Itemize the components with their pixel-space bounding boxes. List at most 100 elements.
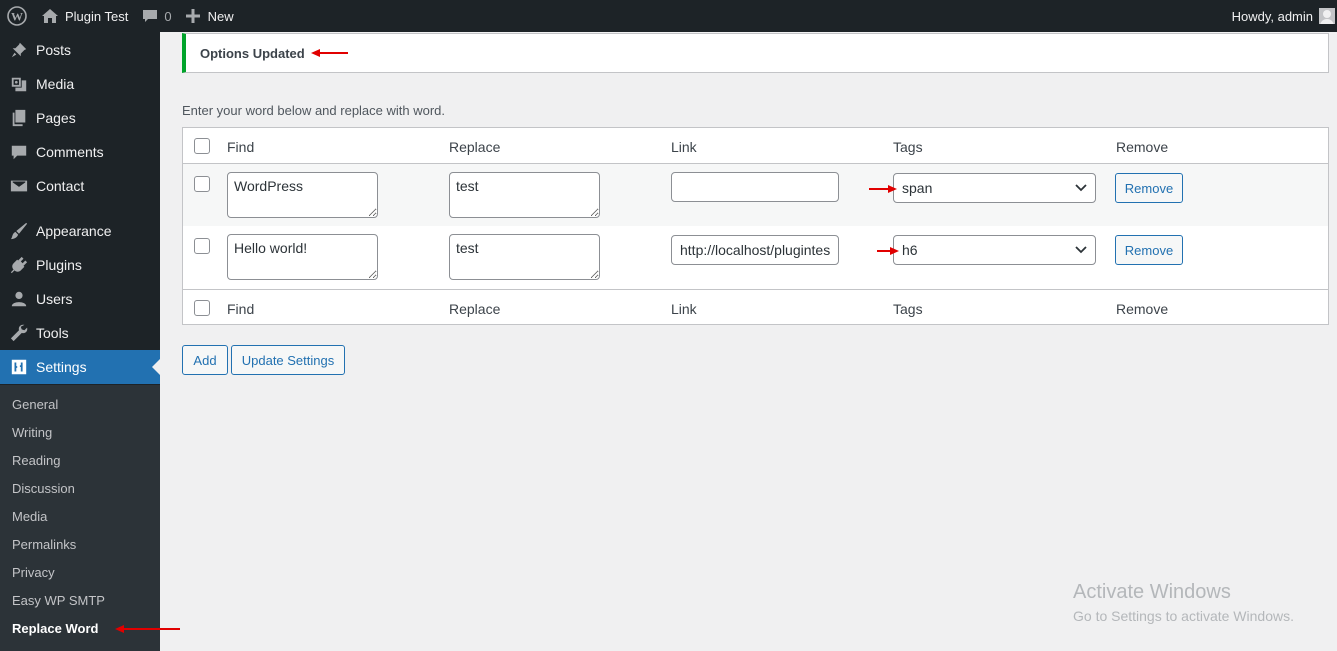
submenu-media[interactable]: Media [12, 502, 47, 530]
submenu-easy-wp-smtp[interactable]: Easy WP SMTP [12, 586, 105, 614]
tag-select[interactable]: h6 [893, 235, 1096, 265]
menu-label: Tools [36, 325, 69, 341]
header-find: Find [227, 139, 255, 155]
mail-icon [0, 177, 36, 195]
remove-button[interactable]: Remove [1115, 173, 1183, 203]
tag-select[interactable]: span [893, 173, 1096, 203]
menu-label: Comments [36, 144, 104, 160]
header-replace: Replace [449, 139, 501, 155]
submenu-writing[interactable]: Writing [12, 418, 52, 446]
menu-contact[interactable]: Contact [0, 169, 160, 203]
menu-users[interactable]: Users [0, 282, 160, 316]
new-content-link[interactable]: New [179, 0, 241, 32]
header-remove: Remove [1116, 139, 1169, 155]
chevron-down-icon [1075, 184, 1087, 192]
site-name: Plugin Test [65, 8, 129, 24]
media-icon [0, 75, 36, 93]
submenu-general[interactable]: General [12, 390, 58, 418]
menu-settings[interactable]: Settings [0, 350, 160, 384]
row-checkbox[interactable] [194, 238, 210, 254]
menu-label: Plugins [36, 257, 82, 273]
footer-link: Link [671, 301, 697, 317]
wrench-icon [0, 324, 36, 342]
link-field[interactable] [671, 172, 839, 202]
table-header-row: Find Replace Link Tags Remove [183, 128, 1328, 164]
replace-field[interactable]: test [449, 234, 600, 280]
my-account-link[interactable]: Howdy, admin [1225, 0, 1337, 32]
table-row: Hello world! test h6 Remove [183, 226, 1328, 288]
svg-text:W: W [11, 10, 23, 24]
comment-bubble-icon [143, 10, 158, 22]
options-updated-notice: Options Updated [182, 33, 1329, 73]
plus-icon [185, 9, 200, 23]
add-button[interactable]: Add [182, 345, 228, 375]
brush-icon [0, 222, 36, 240]
menu-posts[interactable]: Posts [0, 33, 160, 67]
plugin-icon [0, 256, 36, 274]
windows-activation-watermark: Activate Windows Go to Settings to activ… [1073, 581, 1294, 624]
chevron-down-icon [1075, 246, 1087, 254]
avatar [1319, 8, 1335, 24]
submenu-reading[interactable]: Reading [12, 446, 60, 474]
annotation-arrow-icon [115, 625, 180, 633]
remove-button[interactable]: Remove [1115, 235, 1183, 265]
select-all-checkbox-footer[interactable] [194, 300, 210, 316]
annotation-arrow-icon [877, 247, 899, 255]
notice-text: Options Updated [200, 45, 305, 61]
submenu-discussion[interactable]: Discussion [12, 474, 75, 502]
wordpress-logo-icon[interactable]: W [0, 0, 34, 32]
tag-select-value: span [902, 180, 933, 196]
comments-count: 0 [164, 8, 172, 24]
select-all-checkbox[interactable] [194, 138, 210, 154]
find-field[interactable]: Hello world! [227, 234, 378, 280]
submenu-replace-word[interactable]: Replace Word [12, 614, 98, 642]
menu-label: Settings [36, 359, 87, 375]
submenu-privacy[interactable]: Privacy [12, 558, 55, 586]
settings-icon [0, 358, 36, 376]
header-link: Link [671, 139, 697, 155]
table-row: WordPress test span Remove [183, 164, 1328, 226]
find-field[interactable]: WordPress [227, 172, 378, 218]
submenu-permalinks[interactable]: Permalinks [12, 530, 76, 558]
watermark-subtitle: Go to Settings to activate Windows. [1073, 608, 1294, 624]
users-icon [0, 290, 36, 308]
footer-tags: Tags [893, 301, 923, 317]
menu-tools[interactable]: Tools [0, 316, 160, 350]
table-footer-row: Find Replace Link Tags Remove [183, 289, 1328, 325]
home-icon [42, 9, 58, 23]
menu-label: Media [36, 76, 75, 92]
menu-plugins[interactable]: Plugins [0, 248, 160, 282]
menu-label: Contact [36, 178, 85, 194]
comments-icon [0, 143, 36, 161]
menu-media[interactable]: Media [0, 67, 160, 101]
annotation-arrow-icon [869, 185, 897, 193]
footer-replace: Replace [449, 301, 501, 317]
new-label: New [207, 8, 234, 24]
pages-icon [0, 109, 36, 127]
intro-text: Enter your word below and replace with w… [182, 103, 446, 118]
pin-icon [0, 41, 36, 59]
header-tags: Tags [893, 139, 923, 155]
greeting: Howdy, admin [1231, 8, 1313, 24]
menu-label: Appearance [36, 223, 112, 239]
menu-appearance[interactable]: Appearance [0, 214, 160, 248]
site-name-link[interactable]: Plugin Test [34, 0, 135, 32]
menu-label: Users [36, 291, 73, 307]
row-checkbox[interactable] [194, 176, 210, 192]
replace-field[interactable]: test [449, 172, 600, 218]
comments-link[interactable]: 0 [135, 0, 178, 32]
replace-word-table: Find Replace Link Tags Remove WordPress … [182, 127, 1329, 325]
settings-submenu: General Writing Reading Discussion Media… [0, 385, 160, 651]
annotation-arrow-icon [311, 49, 348, 57]
menu-label: Pages [36, 110, 76, 126]
footer-find: Find [227, 301, 255, 317]
menu-pages[interactable]: Pages [0, 101, 160, 135]
footer-remove: Remove [1116, 301, 1169, 317]
admin-sidebar: Posts Media Pages Comments Contact Appea… [0, 32, 160, 651]
tag-select-value: h6 [902, 242, 918, 258]
menu-comments[interactable]: Comments [0, 135, 160, 169]
menu-label: Posts [36, 42, 72, 58]
link-field[interactable] [671, 235, 839, 265]
update-settings-button[interactable]: Update Settings [231, 345, 345, 375]
watermark-title: Activate Windows [1073, 581, 1231, 603]
